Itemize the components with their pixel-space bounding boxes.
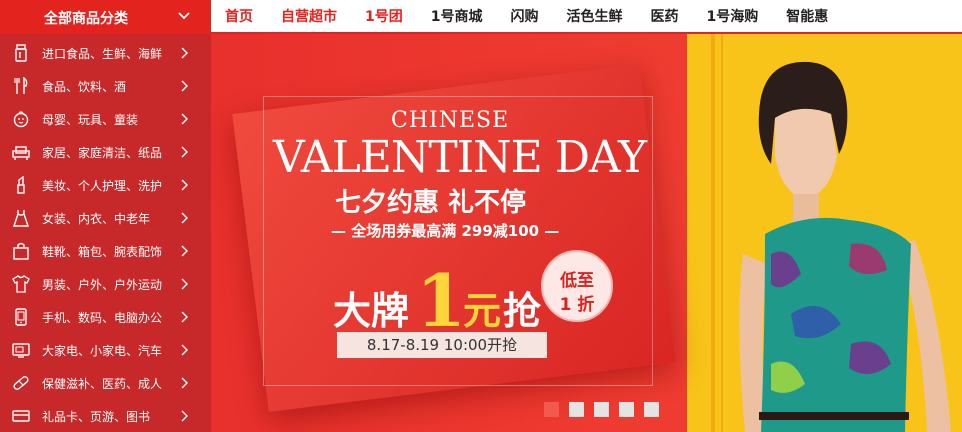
sidebar-item-label: 美妆、个人护理、洗护 (42, 179, 163, 193)
banner-stripe (721, 34, 723, 432)
chevron-right-icon (181, 278, 188, 290)
nav-medicine[interactable]: 医药 (637, 0, 693, 34)
sidebar-item-mens-outdoor[interactable]: 男装、户外、户外运动 (0, 267, 211, 300)
chevron-right-icon (181, 146, 188, 158)
coupon-text: — 全场用券最高满 299减100 — (331, 222, 560, 240)
badge-line-1: 低至 (560, 271, 594, 291)
badge-line-2: 1 折 (559, 295, 595, 315)
sidebar-item-beauty-care[interactable]: 美妆、个人护理、洗护 (0, 168, 211, 201)
slide-dot[interactable] (594, 402, 609, 417)
all-categories-label: 全部商品分类 (44, 11, 128, 27)
chevron-right-icon (181, 47, 188, 59)
sofa-icon (12, 146, 30, 160)
chevron-right-icon (181, 212, 188, 224)
nav-self-supermarket[interactable]: 自营超市 (267, 0, 351, 34)
lipstick-icon (17, 176, 25, 194)
headline-chinese: CHINESE (391, 108, 510, 133)
category-sidebar: 进口食品、生鲜、海鲜 食品、饮料、酒 母婴、玩具、童装 家居、家庭清洁、纸品 美… (0, 34, 211, 432)
bag-icon (13, 242, 29, 260)
qixi-slogan: 七夕约惠 礼不停 (335, 188, 527, 218)
phone-icon (15, 308, 27, 326)
chevron-right-icon (181, 344, 188, 356)
sidebar-item-label: 女装、内衣、中老年 (42, 212, 151, 226)
sidebar-item-home-cleaning[interactable]: 家居、家庭清洁、纸品 (0, 135, 211, 168)
slide-indicators (544, 402, 669, 417)
sidebar-item-label: 家居、家庭清洁、纸品 (42, 146, 163, 160)
nav-mall[interactable]: 1号商城 (417, 0, 497, 34)
dress-icon (13, 210, 29, 227)
chevron-right-icon (181, 179, 188, 191)
nav-smart-deals[interactable]: 智能惠 (772, 0, 842, 34)
sidebar-item-womens-wear[interactable]: 女装、内衣、中老年 (0, 201, 211, 234)
grab-text: 抢 (503, 289, 542, 333)
shirt-icon (12, 275, 30, 293)
sidebar-item-label: 食品、饮料、酒 (42, 80, 127, 94)
sidebar-item-label: 进口食品、生鲜、海鲜 (42, 47, 163, 61)
slide-dot[interactable] (619, 402, 634, 417)
promo-banner[interactable]: CHINESE VALENTINE DAY 七夕约惠 礼不停 — 全场用券最高满… (211, 34, 962, 432)
banner-stripe (711, 34, 715, 432)
one-yuan-number: 1 (416, 258, 467, 343)
sidebar-item-appliances-auto[interactable]: 大家电、小家电、汽车 (0, 333, 211, 366)
sidebar-item-food-drinks[interactable]: 食品、饮料、酒 (0, 69, 211, 102)
baby-icon (13, 111, 29, 128)
pill-icon (13, 376, 29, 390)
sidebar-item-label: 鞋靴、箱包、腕表配饰 (42, 245, 163, 259)
sidebar-item-label: 礼品卡、页游、图书 (42, 410, 151, 424)
sidebar-item-label: 保健滋补、医药、成人 (42, 377, 163, 391)
chevron-down-icon (178, 12, 190, 20)
tv-icon (12, 343, 30, 358)
slide-dot[interactable] (644, 402, 659, 417)
yuan-text: 元 (463, 289, 502, 333)
top-nav: 全部商品分类 首页 自营超市 1号团 1号商城 闪购 活色生鲜 医药 1号海购 … (0, 0, 962, 34)
chevron-right-icon (181, 311, 188, 323)
nav-group-buy[interactable]: 1号团 (351, 0, 417, 34)
chevron-right-icon (181, 410, 188, 422)
nav-fresh[interactable]: 活色生鲜 (553, 0, 637, 34)
chevron-right-icon (181, 80, 188, 92)
discount-badge: 低至 1 折 (541, 250, 613, 322)
nav-links: 首页 自营超市 1号团 1号商城 闪购 活色生鲜 医药 1号海购 智能惠 (211, 0, 842, 34)
sale-date: 8.17-8.19 10:00开抢 (337, 332, 547, 358)
sidebar-item-label: 男装、户外、户外运动 (42, 278, 163, 292)
chevron-right-icon (181, 245, 188, 257)
chevron-right-icon (181, 113, 188, 125)
jar-icon (15, 44, 27, 62)
sidebar-item-baby-toys[interactable]: 母婴、玩具、童装 (0, 102, 211, 135)
sidebar-item-label: 手机、数码、电脑办公 (42, 311, 163, 325)
utensils-icon (14, 77, 28, 94)
nav-flash-sale[interactable]: 闪购 (497, 0, 553, 34)
sidebar-item-health-medicine[interactable]: 保健滋补、医药、成人 (0, 366, 211, 399)
sidebar-item-label: 大家电、小家电、汽车 (42, 344, 163, 358)
chevron-right-icon (181, 377, 188, 389)
sidebar-item-shoes-bags[interactable]: 鞋靴、箱包、腕表配饰 (0, 234, 211, 267)
gift-card-icon (12, 410, 30, 422)
all-categories-button[interactable]: 全部商品分类 (0, 0, 211, 34)
sidebar-item-label: 母婴、玩具、童装 (42, 113, 139, 127)
slide-dot[interactable] (569, 402, 584, 417)
slide-dot[interactable] (544, 402, 559, 417)
sidebar-item-gift-cards-books[interactable]: 礼品卡、页游、图书 (0, 399, 211, 432)
big-brand-text: 大牌 (333, 289, 410, 333)
headline-valentine-day: VALENTINE DAY (273, 132, 647, 183)
sidebar-item-phones-digital[interactable]: 手机、数码、电脑办公 (0, 300, 211, 333)
nav-global-buy[interactable]: 1号海购 (693, 0, 773, 34)
sidebar-item-imported-food[interactable]: 进口食品、生鲜、海鲜 (0, 36, 211, 69)
nav-home[interactable]: 首页 (211, 0, 267, 34)
model-image (739, 61, 951, 432)
